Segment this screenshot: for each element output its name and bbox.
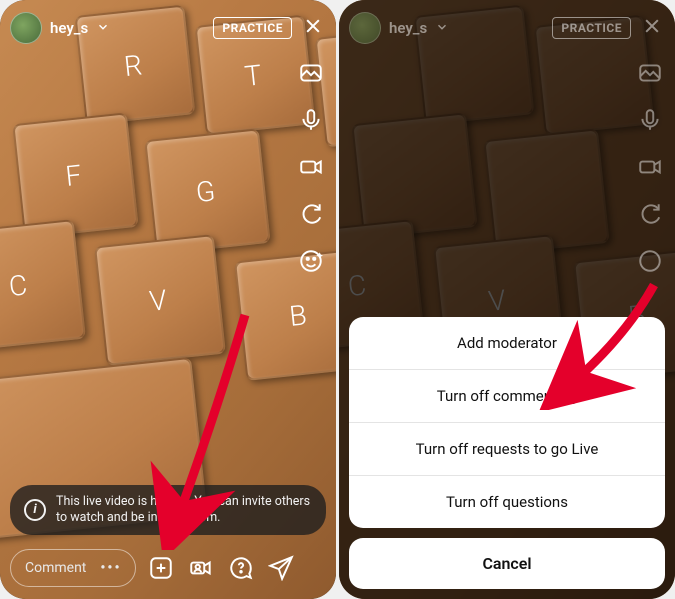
question-icon[interactable] xyxy=(226,555,256,581)
username-label[interactable]: hey_s xyxy=(50,19,88,37)
annotation-arrow-left xyxy=(150,310,270,550)
effects-face-icon xyxy=(635,246,665,276)
side-icon-column xyxy=(296,58,326,276)
video-camera-icon[interactable] xyxy=(296,152,326,182)
chevron-down-icon[interactable] xyxy=(96,19,110,38)
avatar xyxy=(349,12,381,44)
more-options-icon[interactable]: ••• xyxy=(100,560,121,576)
video-camera-icon xyxy=(635,152,665,182)
close-icon xyxy=(639,16,665,41)
practice-badge: PRACTICE xyxy=(552,17,631,39)
bottom-bar: Comment ••• xyxy=(10,549,326,587)
add-media-icon[interactable] xyxy=(146,555,176,581)
share-icon[interactable] xyxy=(266,555,296,581)
side-icon-column xyxy=(635,58,665,276)
practice-badge: PRACTICE xyxy=(213,17,292,39)
username-label: hey_s xyxy=(389,19,427,37)
action-cancel[interactable]: Cancel xyxy=(349,538,665,589)
switch-camera-icon xyxy=(635,199,665,229)
effects-face-icon[interactable] xyxy=(296,246,326,276)
key-c: C xyxy=(0,219,86,351)
avatar[interactable] xyxy=(10,12,42,44)
chevron-down-icon xyxy=(435,19,449,38)
annotation-arrow-right xyxy=(539,280,669,410)
microphone-icon[interactable] xyxy=(296,105,326,135)
switch-camera-icon[interactable] xyxy=(296,199,326,229)
live-header: hey_s PRACTICE xyxy=(10,12,326,44)
action-turn-off-questions[interactable]: Turn off questions xyxy=(349,476,665,528)
comment-input[interactable]: Comment ••• xyxy=(10,549,136,587)
phone-right-screenshot: C V B hey_s PRACTICE Add moderator Turn … xyxy=(339,0,675,599)
comment-placeholder: Comment xyxy=(25,560,86,576)
action-turn-off-requests[interactable]: Turn off requests to go Live xyxy=(349,423,665,476)
invite-guest-icon[interactable] xyxy=(186,555,216,581)
close-icon[interactable] xyxy=(300,16,326,41)
microphone-icon xyxy=(635,105,665,135)
phone-left-screenshot: R T Y F G C V B hey_s PRACTICE xyxy=(0,0,336,599)
key-f: F xyxy=(12,112,138,238)
live-header: hey_s PRACTICE xyxy=(349,12,665,44)
gallery-icon[interactable] xyxy=(296,58,326,88)
gallery-icon xyxy=(635,58,665,88)
info-icon: i xyxy=(24,499,46,521)
